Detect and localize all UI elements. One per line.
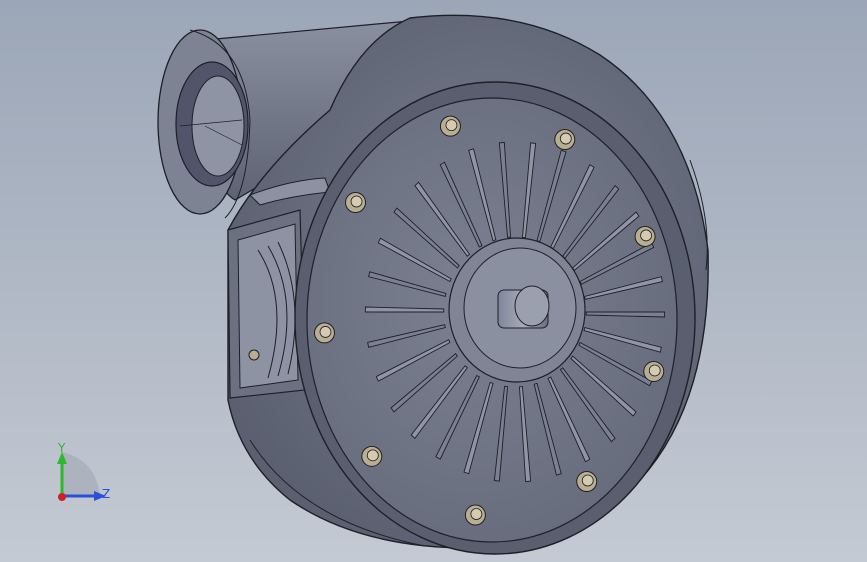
bolt [361,445,383,467]
graphics-viewport[interactable]: Y Z [0,0,867,562]
bolt [554,129,576,151]
bolt [643,360,665,382]
z-axis-label: Z [102,487,110,501]
bolt [634,225,656,247]
axis-triad: Y Z [57,441,110,501]
x-axis-dot [58,493,66,501]
bolt [313,322,335,344]
y-axis-label: Y [57,441,66,455]
bolt [345,192,367,214]
bolt [576,471,598,493]
bolt [439,115,461,137]
impeller-hub [448,237,586,383]
bolt [464,504,486,526]
